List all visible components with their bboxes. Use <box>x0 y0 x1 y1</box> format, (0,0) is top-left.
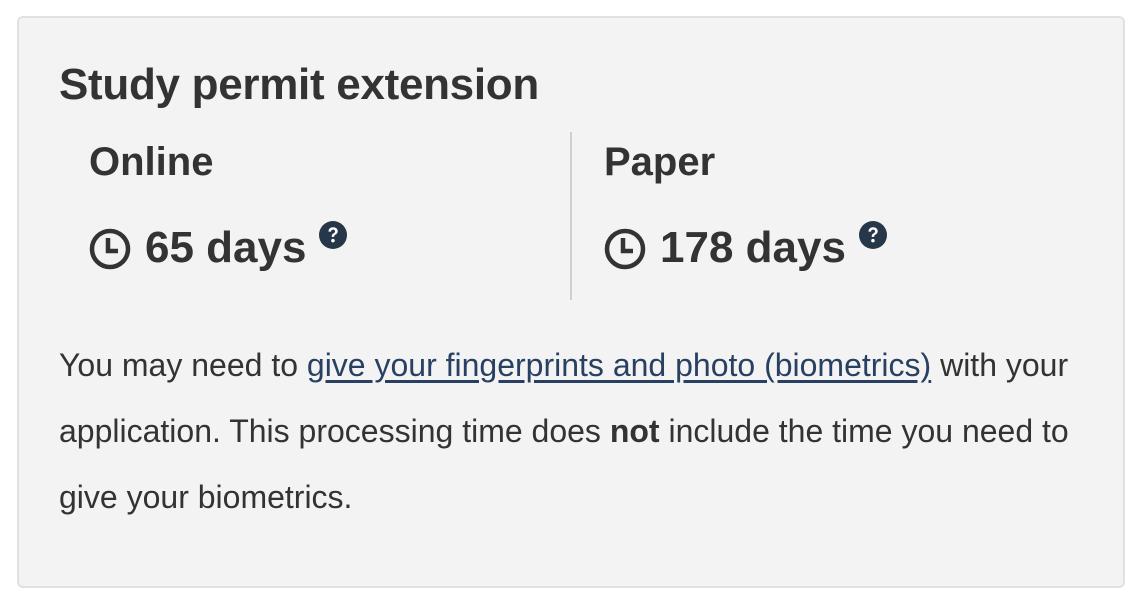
clock-icon <box>604 228 646 270</box>
processing-time-card: Study permit extension Online 65 days Pa… <box>17 16 1125 588</box>
online-column: Online 65 days <box>89 130 569 300</box>
online-time-row: 65 days <box>89 220 348 274</box>
online-processing-time: 65 days <box>145 223 307 272</box>
paper-column: Paper 178 days <box>604 130 1084 300</box>
paper-label: Paper <box>604 140 716 184</box>
notice-emphasis: not <box>609 413 660 449</box>
online-label: Online <box>89 140 214 184</box>
notice-text: You may need to <box>59 347 307 383</box>
column-divider <box>570 132 572 300</box>
biometrics-link[interactable]: give your fingerprints and photo (biomet… <box>307 347 931 383</box>
clock-icon <box>89 228 131 270</box>
question-circle-icon[interactable] <box>318 220 348 250</box>
paper-processing-time: 178 days <box>660 223 846 272</box>
card-title: Study permit extension <box>59 60 539 109</box>
biometrics-notice: You may need to give your fingerprints a… <box>59 332 1099 530</box>
paper-time-row: 178 days <box>604 220 888 274</box>
question-circle-icon[interactable] <box>858 220 888 250</box>
